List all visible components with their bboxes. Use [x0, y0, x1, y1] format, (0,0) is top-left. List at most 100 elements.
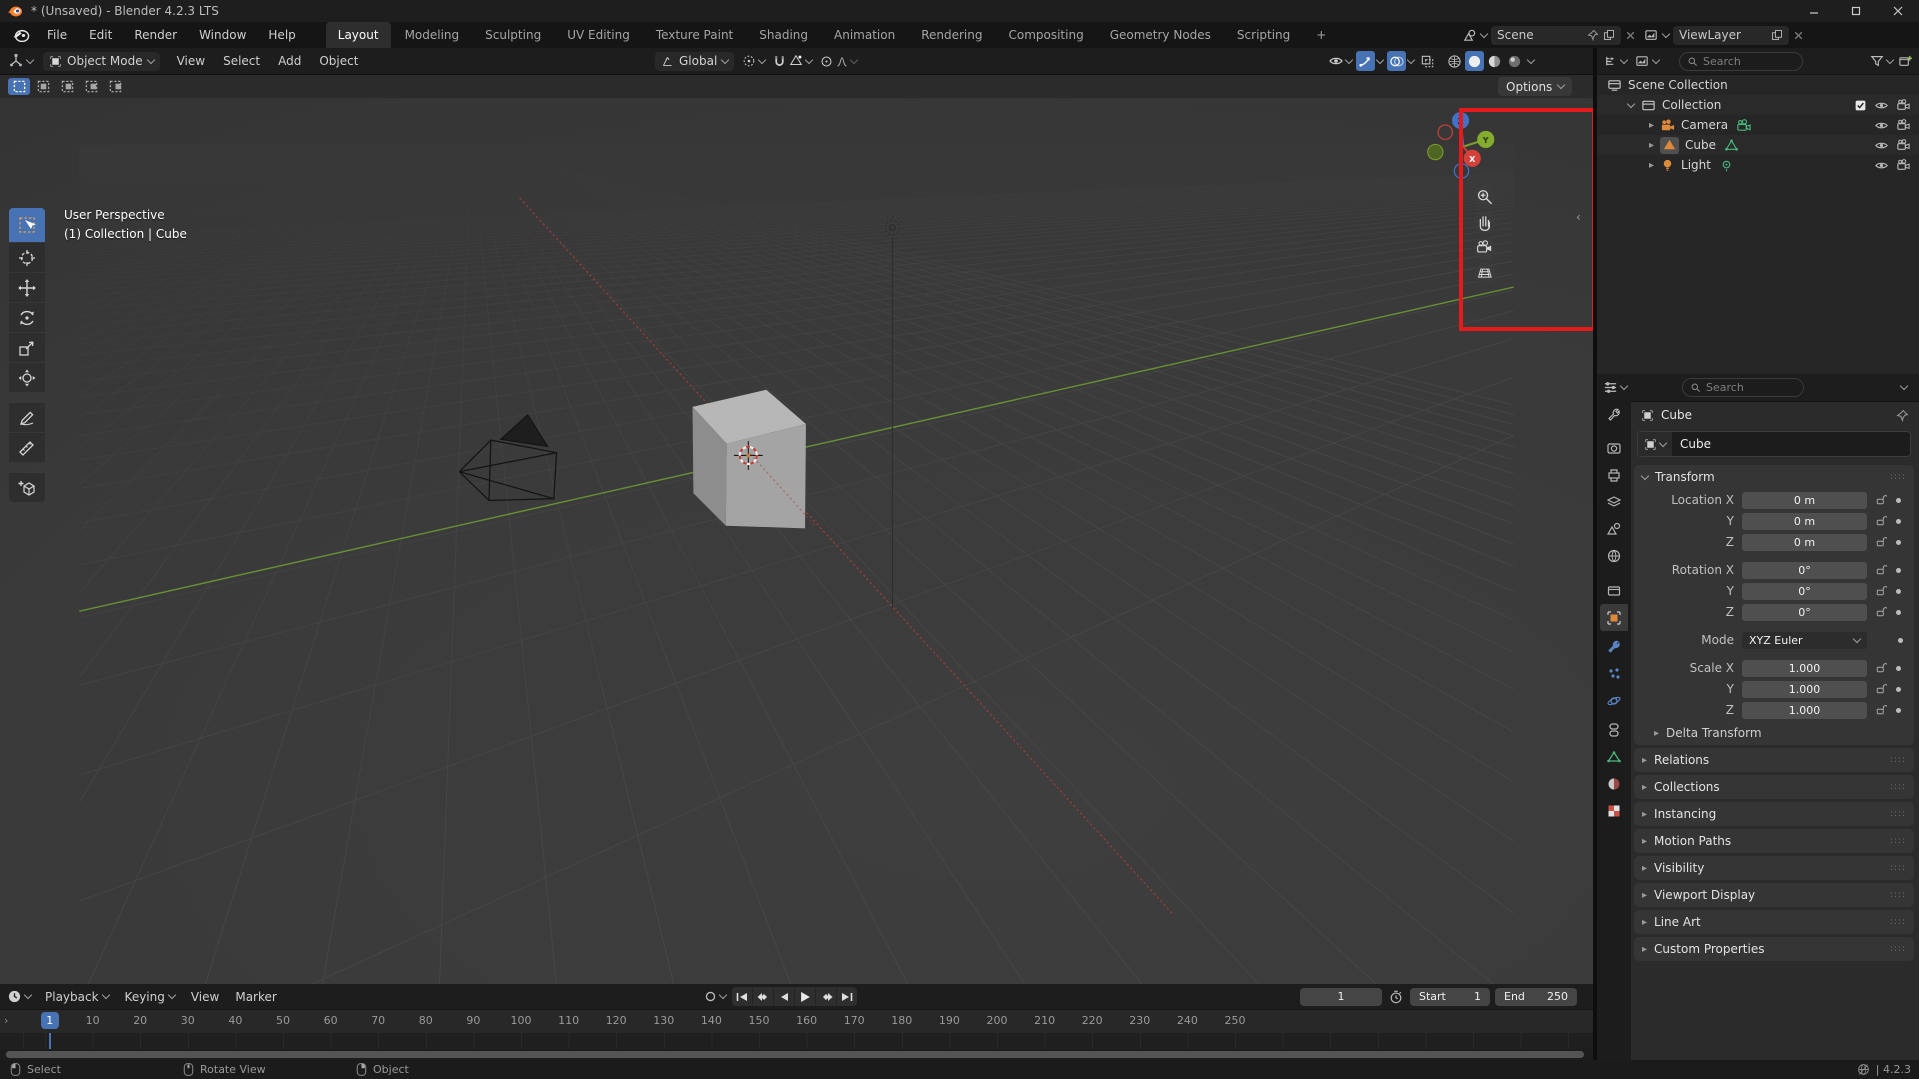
- workspace-tab-compositing[interactable]: Compositing: [996, 22, 1095, 48]
- eye-toggle[interactable]: [1874, 138, 1889, 153]
- outliner-editor-type-button[interactable]: [1603, 54, 1629, 69]
- select-mode-intersect-button[interactable]: [104, 78, 126, 95]
- viewport-menu-add[interactable]: Add: [269, 48, 310, 74]
- next-keyframe-button[interactable]: [816, 987, 837, 1006]
- transform-panel-header[interactable]: Transform ::::: [1634, 465, 1914, 489]
- timeline-menu-marker[interactable]: Marker: [227, 984, 284, 1010]
- viewport-menu-select[interactable]: Select: [214, 48, 269, 74]
- timeline-ruler[interactable]: › 1 10 20 30 40 50 60 70 80 90 100 110 120 130 140 150…: [0, 1009, 1593, 1033]
- animate-dot[interactable]: [1896, 609, 1901, 615]
- panel-header-viewport-display[interactable]: ▸ Viewport Display::::: [1634, 883, 1914, 907]
- lock-open-icon[interactable]: [1875, 606, 1887, 618]
- pivot-point-dropdown[interactable]: [742, 54, 767, 68]
- properties-tab-physics[interactable]: [1600, 687, 1628, 714]
- eye-toggle[interactable]: [1874, 98, 1889, 113]
- outliner-filter-button[interactable]: [1870, 54, 1895, 68]
- field-input[interactable]: 1.000: [1742, 680, 1867, 698]
- transform-orientation-dropdown[interactable]: Global: [655, 51, 735, 71]
- transform-tool[interactable]: [9, 363, 45, 392]
- close-icon[interactable]: [1793, 30, 1804, 41]
- drag-handle-icon[interactable]: ::::: [1890, 782, 1906, 792]
- workspace-tab-layout[interactable]: Layout: [325, 22, 391, 48]
- options-button[interactable]: Options: [1498, 77, 1573, 96]
- jump-to-start-button[interactable]: [732, 987, 753, 1006]
- delta-transform-panel-header[interactable]: ▸ Delta Transform: [1634, 721, 1914, 745]
- expand-open-icon[interactable]: [1626, 99, 1636, 108]
- expand-closed-icon[interactable]: ▸: [1649, 120, 1654, 131]
- prev-keyframe-button[interactable]: [753, 987, 774, 1006]
- camera-object[interactable]: [458, 413, 558, 502]
- field-input[interactable]: 1.000: [1742, 701, 1867, 719]
- lock-open-icon[interactable]: [1875, 515, 1887, 527]
- eye-toggle[interactable]: [1874, 118, 1889, 133]
- checkbox-toggle[interactable]: [1854, 99, 1867, 112]
- move-tool[interactable]: [9, 273, 45, 302]
- timeline-menu-keying[interactable]: Keying: [117, 984, 183, 1010]
- properties-tab-view-layer[interactable]: [1600, 488, 1628, 515]
- properties-tab-tool[interactable]: [1600, 401, 1628, 428]
- scale-tool[interactable]: [9, 333, 45, 362]
- drag-handle-icon[interactable]: ::::: [1890, 890, 1906, 900]
- properties-tab-collection[interactable]: [1600, 577, 1628, 604]
- timeline-editor-type-button[interactable]: [7, 989, 33, 1004]
- animate-dot[interactable]: [1896, 497, 1901, 503]
- workspace-tab-sculpting[interactable]: Sculpting: [473, 22, 553, 48]
- object-visibility-dropdown[interactable]: [1328, 54, 1354, 68]
- outliner-row-collection[interactable]: Collection: [1597, 95, 1919, 115]
- properties-tab-scene[interactable]: [1600, 515, 1628, 542]
- pin-icon[interactable]: [1587, 29, 1599, 41]
- blender-app-icon[interactable]: [12, 29, 30, 42]
- field-input[interactable]: 0°: [1742, 582, 1867, 600]
- axis-ball-negy[interactable]: [1427, 143, 1444, 161]
- panel-header-collections[interactable]: ▸ Collections::::: [1634, 775, 1914, 799]
- properties-tab-render[interactable]: [1600, 434, 1628, 461]
- lock-open-icon[interactable]: [1875, 662, 1887, 674]
- add-cube-tool[interactable]: [9, 473, 45, 502]
- animate-dot[interactable]: [1896, 588, 1901, 594]
- drag-handle-icon[interactable]: ::::: [1890, 944, 1906, 954]
- properties-tab-modifiers[interactable]: [1600, 633, 1628, 660]
- select-mode-set-button[interactable]: [8, 78, 30, 95]
- object-name-field[interactable]: Cube: [1637, 431, 1911, 457]
- lock-open-icon[interactable]: [1875, 564, 1887, 576]
- animate-dot[interactable]: [1896, 686, 1901, 692]
- panel-header-visibility[interactable]: ▸ Visibility::::: [1634, 856, 1914, 880]
- lock-open-icon[interactable]: [1875, 585, 1887, 597]
- cursor-tool[interactable]: [9, 243, 45, 272]
- menu-file[interactable]: File: [36, 22, 78, 48]
- field-input[interactable]: 1.000: [1742, 659, 1867, 677]
- animate-dot[interactable]: [1896, 539, 1901, 545]
- field-input[interactable]: 0 m: [1742, 533, 1867, 551]
- properties-tab-constraints[interactable]: [1600, 716, 1628, 743]
- cube-object[interactable]: [692, 389, 806, 529]
- camera-toggle-toggle[interactable]: [1896, 138, 1911, 153]
- overlays-toggle[interactable]: [1387, 51, 1406, 71]
- workspace-tab-geometry-nodes[interactable]: Geometry Nodes: [1098, 22, 1223, 48]
- menu-edit[interactable]: Edit: [78, 22, 123, 48]
- panel-header-motion-paths[interactable]: ▸ Motion Paths::::: [1634, 829, 1914, 853]
- viewport-canvas[interactable]: Z Y X User Perspective (1) Collection | …: [0, 98, 1593, 984]
- scene-selector[interactable]: Scene: [1462, 25, 1636, 45]
- proportional-edit-controls[interactable]: [820, 55, 859, 68]
- viewport-menu-view[interactable]: View: [168, 48, 214, 74]
- editor-type-button[interactable]: [8, 53, 35, 69]
- select-mode-extend-button[interactable]: [32, 78, 54, 95]
- axis-ball-negx[interactable]: [1437, 124, 1454, 141]
- camera-toggle-toggle[interactable]: [1896, 118, 1911, 133]
- gizmos-toggle[interactable]: [1356, 51, 1375, 71]
- drag-handle-icon[interactable]: ::::: [1890, 863, 1906, 873]
- play-reverse-button[interactable]: [774, 987, 795, 1006]
- outliner-search-input[interactable]: Search: [1679, 51, 1803, 71]
- animate-dot[interactable]: [1896, 665, 1901, 671]
- mode-dropdown[interactable]: Object Mode: [43, 51, 160, 71]
- eye-toggle[interactable]: [1874, 158, 1889, 173]
- field-input[interactable]: 0 m: [1742, 491, 1867, 509]
- play-button[interactable]: [795, 987, 816, 1006]
- properties-tab-object[interactable]: [1600, 604, 1628, 631]
- chevron-down-icon[interactable]: [1899, 381, 1909, 391]
- use-preview-range-button[interactable]: [1387, 987, 1405, 1007]
- menu-help[interactable]: Help: [257, 22, 306, 48]
- timeline-menu-playback[interactable]: Playback: [37, 984, 117, 1010]
- drag-handle-icon[interactable]: ::::: [1890, 917, 1906, 927]
- drag-handle-icon[interactable]: ::::: [1890, 472, 1906, 482]
